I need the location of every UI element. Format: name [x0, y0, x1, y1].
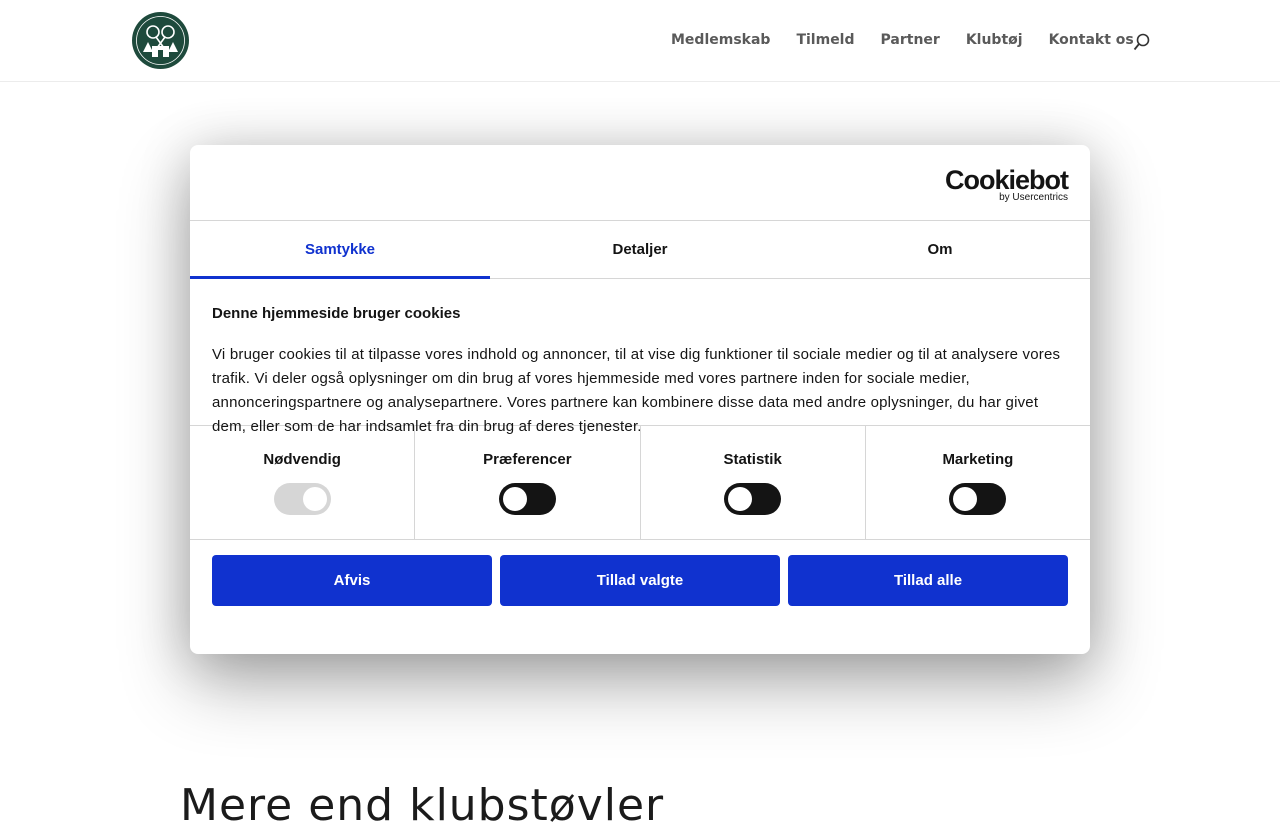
consent-title: Denne hjemmeside bruger cookies [212, 305, 461, 322]
consent-buttons: Afvis Tillad valgte Tillad alle [190, 540, 1090, 606]
category-label: Nødvendig [263, 451, 341, 468]
tillad-valgte-button[interactable]: Tillad valgte [500, 555, 780, 606]
nav-item-kontakt-os[interactable]: Kontakt os [1049, 32, 1134, 48]
site-header: Medlemskab Tilmeld Partner Klubtøj Konta… [0, 0, 1280, 82]
consent-text: Vi bruger cookies til at tilpasse vores … [212, 346, 1061, 435]
category-marketing: Marketing [864, 426, 1090, 539]
nav-item-klubtoj[interactable]: Klubtøj [966, 32, 1023, 48]
toggle-knob [728, 487, 753, 511]
club-logo[interactable] [132, 12, 189, 69]
cookie-categories: Nødvendig Præferencer Statistik Marketin… [190, 426, 1090, 540]
tillad-alle-button[interactable]: Tillad alle [788, 555, 1068, 606]
statistik-toggle[interactable] [724, 483, 782, 515]
category-label: Marketing [942, 451, 1014, 468]
praeferencer-toggle[interactable] [498, 483, 556, 515]
category-label: Præferencer [483, 451, 572, 468]
cookiebot-logo[interactable]: Cookiebot by Usercentrics [945, 165, 1069, 203]
brand-name: Cookiebot [945, 165, 1069, 195]
dialog-header: Cookiebot by Usercentrics [190, 145, 1090, 221]
cookie-consent-dialog: Cookiebot by Usercentrics Samtykke Detal… [190, 145, 1090, 654]
afvis-button[interactable]: Afvis [212, 555, 492, 606]
nav-item-medlemskab[interactable]: Medlemskab [671, 32, 770, 48]
nodvendig-toggle [273, 483, 331, 515]
main-nav: Medlemskab Tilmeld Partner Klubtøj Konta… [671, 32, 1134, 48]
toggle-knob [302, 487, 327, 511]
dialog-tabs: Samtykke Detaljer Om [190, 221, 1090, 279]
marketing-toggle[interactable] [949, 483, 1007, 515]
search-icon[interactable] [1133, 33, 1151, 51]
category-statistik: Statistik [639, 426, 865, 539]
category-nodvendig: Nødvendig [190, 426, 414, 539]
tab-om[interactable]: Om [790, 221, 1090, 278]
toggle-knob [953, 487, 978, 511]
page-heading: Mere end klubstøvler [180, 780, 665, 831]
consent-body: Denne hjemmeside bruger cookies Vi bruge… [190, 279, 1090, 435]
nav-item-tilmeld[interactable]: Tilmeld [796, 32, 854, 48]
category-label: Statistik [723, 451, 782, 468]
category-praeferencer: Præferencer [414, 426, 639, 539]
nav-item-partner[interactable]: Partner [881, 32, 940, 48]
toggle-knob [502, 487, 527, 511]
tab-samtykke[interactable]: Samtykke [190, 221, 490, 279]
tab-detaljer[interactable]: Detaljer [490, 221, 790, 278]
